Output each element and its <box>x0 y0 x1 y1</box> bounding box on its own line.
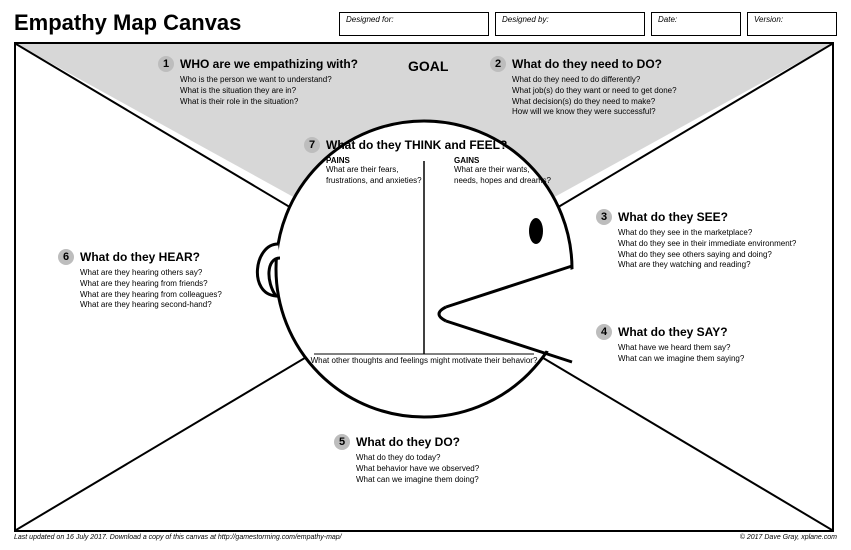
section-need-do: 2What do they need to DO? What do they n… <box>490 56 750 118</box>
section-do: 5What do they DO? What do they do today?… <box>334 434 564 485</box>
footer-left: Last updated on 16 July 2017. Download a… <box>14 534 342 541</box>
meta-designed-by[interactable]: Designed by: <box>495 12 645 36</box>
goal-label: GOAL <box>408 58 448 74</box>
section-who: 1WHO are we empathizing with? Who is the… <box>158 56 388 107</box>
footer: Last updated on 16 July 2017. Download a… <box>14 534 837 541</box>
meta-designed-for[interactable]: Designed for: <box>339 12 489 36</box>
meta-date[interactable]: Date: <box>651 12 741 36</box>
gains-column: GAINS What are their wants, needs, hopes… <box>454 156 564 187</box>
section-see: 3What do they SEE? What do they see in t… <box>596 209 826 271</box>
section-think-feel: 7What do they THINK and FEEL? PAINS What… <box>304 137 564 187</box>
meta-fields: Designed for: Designed by: Date: Version… <box>339 12 837 36</box>
header: Empathy Map Canvas Designed for: Designe… <box>14 6 837 36</box>
motivate-text: What other thoughts and feelings might m… <box>294 356 554 365</box>
canvas-title: Empathy Map Canvas <box>14 10 241 36</box>
section-number: 1 <box>158 56 174 72</box>
section-lines: Who is the person we want to understand?… <box>180 75 388 107</box>
canvas-frame: GOAL 1WHO are we empathizing with? Who i… <box>14 42 834 532</box>
meta-version[interactable]: Version: <box>747 12 837 36</box>
footer-right: © 2017 Dave Gray, xplane.com <box>740 534 837 541</box>
pains-column: PAINS What are their fears, frustrations… <box>326 156 426 187</box>
section-hear: 6What do they HEAR? What are they hearin… <box>58 249 278 311</box>
section-say: 4What do they SAY? What have we heard th… <box>596 324 826 365</box>
page: Empathy Map Canvas Designed for: Designe… <box>0 0 851 550</box>
